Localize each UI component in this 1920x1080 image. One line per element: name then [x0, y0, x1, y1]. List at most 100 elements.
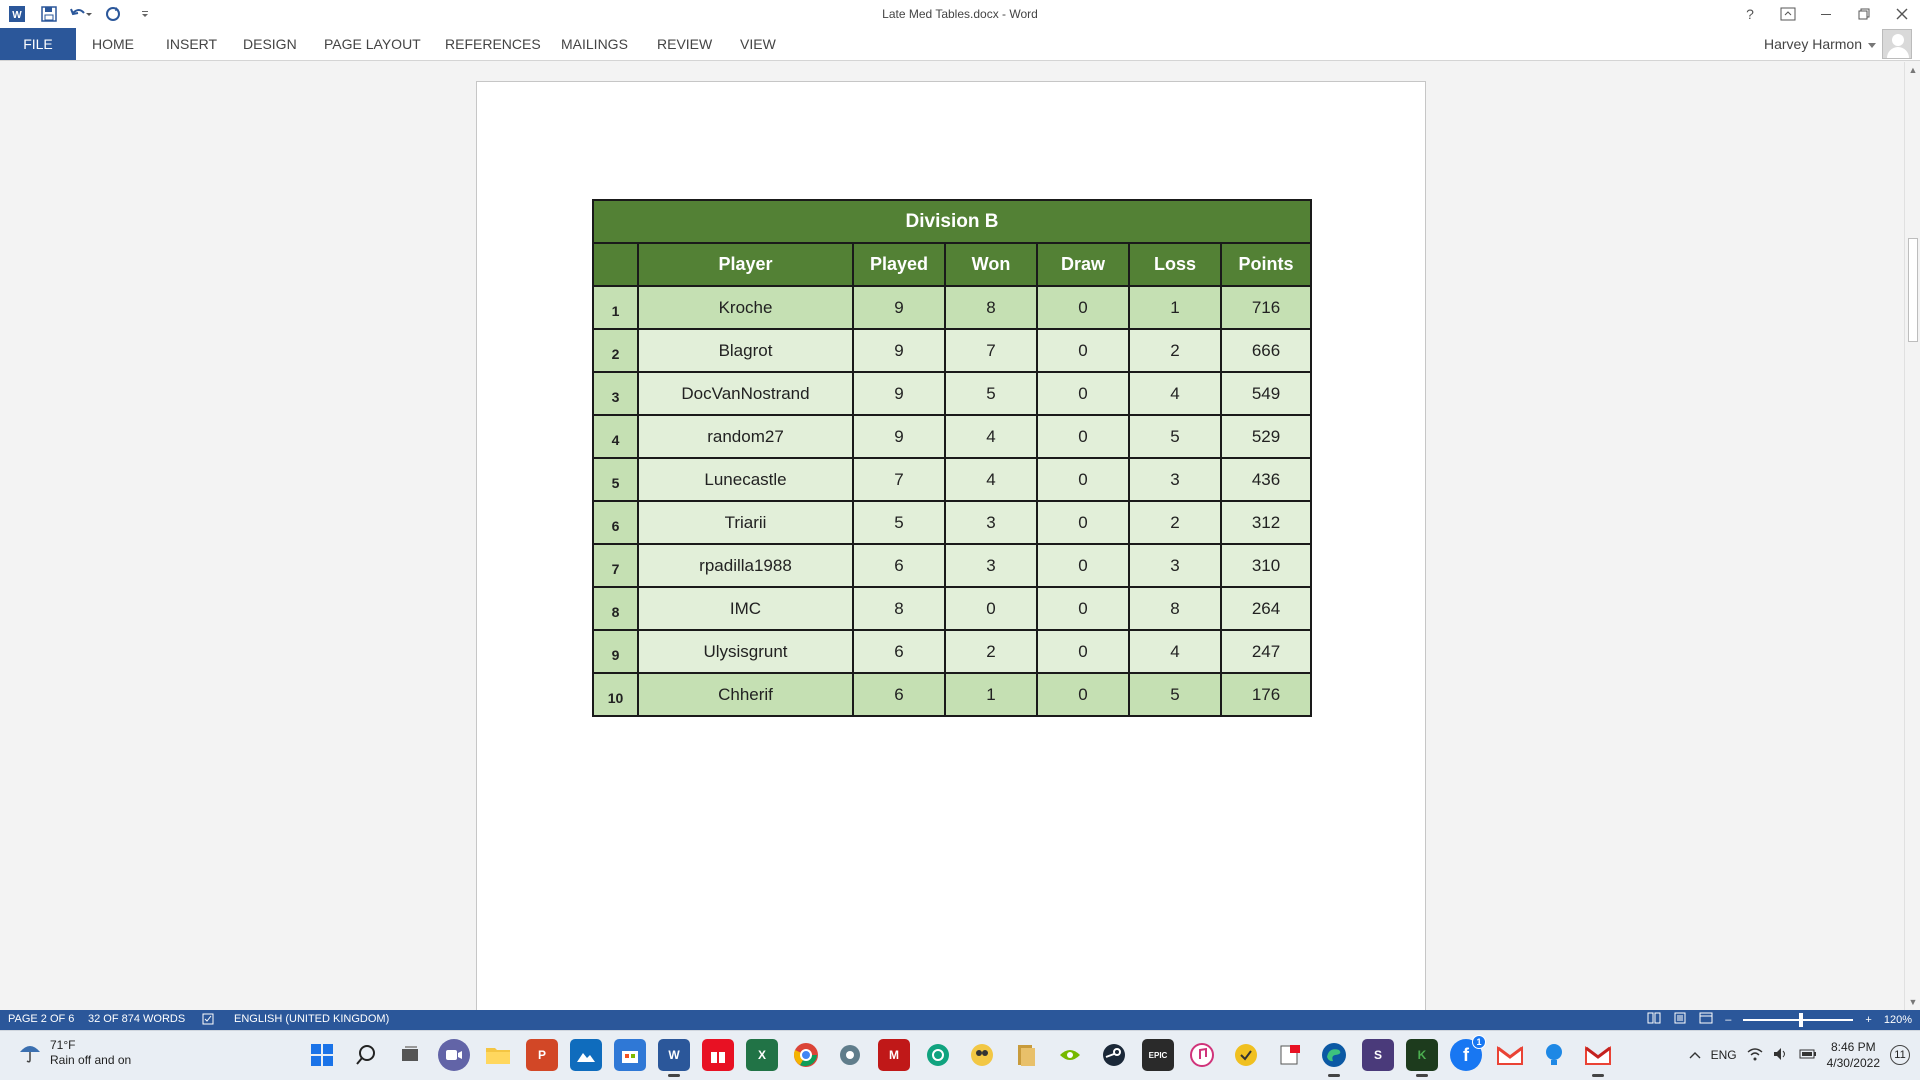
window-controls: ? — [1738, 2, 1914, 26]
tab-view[interactable]: VIEW — [728, 28, 788, 60]
points-cell: 247 — [1220, 629, 1312, 674]
print-layout-icon[interactable] — [1673, 1012, 1687, 1027]
gift-icon[interactable] — [702, 1039, 734, 1071]
draw-cell: 0 — [1036, 543, 1130, 588]
scroll-thumb[interactable] — [1908, 238, 1918, 342]
mcafee-icon[interactable]: M — [878, 1039, 910, 1071]
chatgpt-icon[interactable] — [922, 1039, 954, 1071]
edge-icon[interactable] — [1318, 1039, 1350, 1077]
itunes-icon[interactable] — [1186, 1039, 1218, 1071]
points-cell: 549 — [1220, 371, 1312, 416]
window-title: Late Med Tables.docx - Word — [882, 7, 1038, 21]
stack-icon[interactable]: S — [1362, 1039, 1394, 1071]
kindle-icon[interactable]: K — [1406, 1039, 1438, 1077]
tab-review[interactable]: REVIEW — [645, 28, 724, 60]
loss-cell: 8 — [1128, 586, 1222, 631]
clock-time: 8:46 PM — [1830, 1040, 1876, 1054]
restore-icon[interactable] — [1852, 2, 1876, 26]
snip-icon[interactable] — [1274, 1039, 1306, 1071]
close-icon[interactable] — [1890, 2, 1914, 26]
tab-insert[interactable]: INSERT — [154, 28, 229, 60]
minimize-icon[interactable] — [1814, 2, 1838, 26]
help-icon[interactable]: ? — [1738, 2, 1762, 26]
files-icon[interactable] — [1010, 1039, 1042, 1071]
settings-icon[interactable] — [834, 1039, 866, 1071]
draw-cell: 0 — [1036, 457, 1130, 502]
draw-cell: 0 — [1036, 285, 1130, 330]
search-icon[interactable] — [350, 1039, 382, 1071]
powerpoint-icon[interactable]: P — [526, 1039, 558, 1071]
cool-app-icon[interactable] — [966, 1039, 998, 1071]
table-row: 1 Kroche 9 8 0 1 716 — [592, 285, 1312, 330]
clock[interactable]: 8:46 PM 4/30/2022 — [1827, 1039, 1880, 1071]
draw-cell: 0 — [1036, 629, 1130, 674]
zoom-in-icon[interactable]: + — [1865, 1014, 1871, 1026]
tab-references[interactable]: REFERENCES — [433, 28, 553, 60]
chevron-up-icon[interactable] — [1689, 1048, 1701, 1062]
photos-icon[interactable] — [570, 1039, 602, 1071]
ribbon-display-options-icon[interactable] — [1776, 2, 1800, 26]
loss-cell: 4 — [1128, 371, 1222, 416]
teams-chat-icon[interactable] — [438, 1039, 470, 1071]
language-indicator[interactable]: ENGLISH (UNITED KINGDOM) — [234, 1013, 389, 1025]
nvidia-icon[interactable] — [1054, 1039, 1086, 1071]
file-explorer-icon[interactable] — [482, 1039, 514, 1071]
umbrella-icon — [18, 1040, 42, 1067]
store-icon[interactable] — [614, 1039, 646, 1071]
tab-file[interactable]: FILE — [0, 28, 76, 60]
points-cell: 176 — [1220, 672, 1312, 717]
draw-cell: 0 — [1036, 672, 1130, 717]
todo-icon[interactable] — [1230, 1039, 1262, 1071]
volume-icon[interactable] — [1773, 1047, 1789, 1064]
view-zoom-controls: – + 120% — [1647, 1012, 1912, 1027]
keep-icon[interactable] — [1538, 1039, 1570, 1071]
player-cell: Chherif — [637, 672, 854, 717]
proofing-icon[interactable] — [202, 1013, 216, 1028]
user-account[interactable]: Harvey Harmon — [1764, 28, 1912, 60]
facebook-icon[interactable]: f 1 — [1450, 1035, 1486, 1071]
zoom-out-icon[interactable]: – — [1725, 1014, 1731, 1026]
zoom-slider-thumb[interactable] — [1799, 1012, 1804, 1027]
table-row: 3 DocVanNostrand 9 5 0 4 549 — [592, 371, 1312, 416]
played-cell: 7 — [852, 457, 946, 502]
tab-home[interactable]: HOME — [80, 28, 146, 60]
task-view-icon[interactable] — [394, 1039, 426, 1071]
tab-design[interactable]: DESIGN — [231, 28, 309, 60]
rank-cell: 7 — [592, 543, 639, 588]
tab-page-layout[interactable]: PAGE LAYOUT — [312, 28, 433, 60]
loss-cell: 1 — [1128, 285, 1222, 330]
vertical-scrollbar[interactable]: ▲ ▼ — [1904, 62, 1920, 1010]
rank-cell: 9 — [592, 629, 639, 674]
word-taskbar-icon[interactable]: W — [658, 1039, 690, 1077]
word-count[interactable]: 32 OF 874 WORDS — [88, 1013, 185, 1025]
scroll-up-icon[interactable]: ▲ — [1905, 62, 1920, 78]
weather-desc: Rain off and on — [50, 1053, 132, 1067]
chrome-icon[interactable] — [790, 1039, 822, 1071]
weather-widget[interactable]: 71°F Rain off and on — [18, 1038, 131, 1068]
played-cell: 5 — [852, 500, 946, 545]
epic-games-icon[interactable]: EPIC — [1142, 1039, 1174, 1071]
tab-mailings[interactable]: MAILINGS — [549, 28, 640, 60]
zoom-level[interactable]: 120% — [1884, 1014, 1912, 1026]
excel-icon[interactable]: X — [746, 1039, 778, 1071]
played-cell: 6 — [852, 629, 946, 674]
web-layout-icon[interactable] — [1699, 1012, 1713, 1027]
avatar[interactable] — [1882, 29, 1912, 59]
page-count[interactable]: PAGE 2 OF 6 — [8, 1013, 74, 1025]
document-area[interactable]: Division B Player Played Won Draw Loss P… — [0, 62, 1904, 1010]
document-page[interactable]: Division B Player Played Won Draw Loss P… — [476, 81, 1426, 1010]
language-tray[interactable]: ENG — [1711, 1048, 1737, 1062]
battery-icon[interactable] — [1799, 1048, 1817, 1063]
points-cell: 312 — [1220, 500, 1312, 545]
player-cell: rpadilla1988 — [637, 543, 854, 588]
steam-icon[interactable] — [1098, 1039, 1130, 1071]
read-mode-icon[interactable] — [1647, 1012, 1661, 1027]
table-row: 9 Ulysisgrunt 6 2 0 4 247 — [592, 629, 1312, 674]
gmail-icon[interactable] — [1494, 1039, 1526, 1071]
scroll-down-icon[interactable]: ▼ — [1905, 994, 1920, 1010]
gmail-secondary-icon[interactable] — [1582, 1039, 1614, 1077]
notification-badge[interactable]: 11 — [1890, 1045, 1910, 1065]
wifi-icon[interactable] — [1747, 1047, 1763, 1064]
zoom-slider[interactable] — [1743, 1012, 1854, 1027]
windows-start-icon[interactable] — [306, 1039, 338, 1071]
